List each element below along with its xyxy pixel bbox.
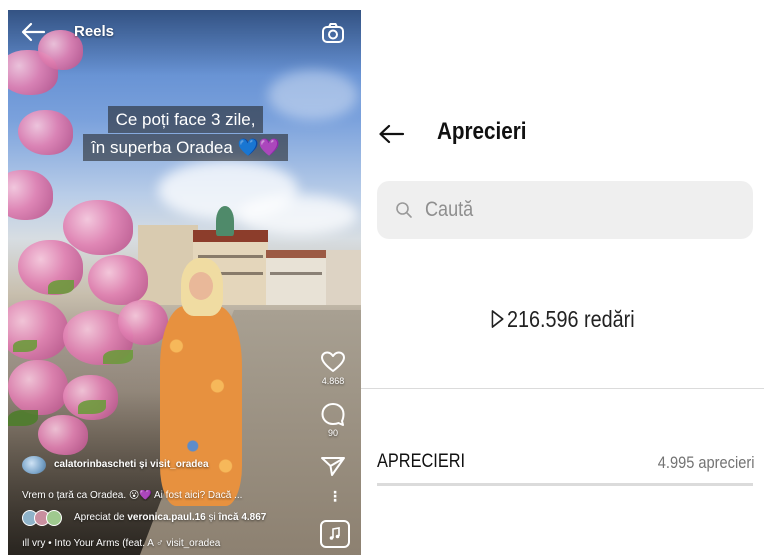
views-text: 216.596 redări xyxy=(506,306,635,332)
back-arrow-icon[interactable] xyxy=(377,122,405,146)
back-arrow-icon[interactable] xyxy=(20,20,46,44)
video-description[interactable]: Vrem o țară ca Oradea. 😮💜 Ai fost aici? … xyxy=(22,490,312,501)
avatar xyxy=(46,510,62,526)
liked-by-avatars xyxy=(22,510,64,526)
reels-title: Reels xyxy=(74,23,115,40)
magnolia-blossom xyxy=(38,415,88,455)
leaf xyxy=(48,280,74,294)
magnolia-blossom xyxy=(8,170,53,220)
views-count-row: 216.596 redări xyxy=(361,306,764,333)
liked-by-others[interactable]: încă 4.867 xyxy=(219,512,267,523)
music-icon xyxy=(329,527,340,540)
liked-by-user[interactable]: veronica.paul.16 xyxy=(127,512,205,523)
caption-line-2: în superba Oradea 💙💜 xyxy=(83,134,288,161)
search-icon xyxy=(396,202,412,218)
caption-line-1: Ce poți face 3 zile, xyxy=(107,106,264,133)
send-icon[interactable] xyxy=(320,455,346,477)
author-row[interactable]: calatorinbascheti și visit_oradea xyxy=(22,456,322,476)
leaf xyxy=(8,410,38,426)
magnolia-blossom xyxy=(8,360,68,415)
building xyxy=(266,255,326,305)
play-icon xyxy=(491,310,504,328)
music-button[interactable] xyxy=(320,520,350,548)
woman-dress xyxy=(160,306,242,506)
search-input[interactable] xyxy=(425,197,683,223)
liked-by-text: Apreciat de veronica.paul.16 și încă 4.8… xyxy=(74,512,266,523)
window-row xyxy=(270,272,322,275)
views-count: 216.596 redări xyxy=(491,306,635,333)
woman-face xyxy=(189,272,213,300)
leaf xyxy=(78,400,106,414)
likes-screen: Aprecieri 216.596 redări APRECIERI 4.995… xyxy=(361,0,764,555)
leaf xyxy=(103,350,133,364)
likes-total: 4.995 aprecieri xyxy=(657,453,754,472)
page-title: Aprecieri xyxy=(437,118,527,145)
roof xyxy=(266,250,326,258)
video-caption: Ce poți face 3 zile, în superba Oradea 💙… xyxy=(62,106,309,161)
cloud xyxy=(238,195,358,235)
camera-icon[interactable] xyxy=(321,22,345,44)
leaf xyxy=(13,340,37,352)
building xyxy=(326,250,361,305)
music-info[interactable]: ıll vry • Into Your Arms (feat. A ♂ visi… xyxy=(22,538,312,549)
magnolia-blossom xyxy=(118,300,168,345)
search-bar[interactable] xyxy=(377,181,753,239)
liked-by-prefix: Apreciat de xyxy=(74,512,125,523)
comment-icon[interactable] xyxy=(320,402,346,426)
tower-dome xyxy=(216,206,234,236)
tab-indicator xyxy=(377,483,753,486)
more-icon[interactable]: ⋮ xyxy=(328,489,342,504)
like-action[interactable]: 4.868 xyxy=(315,350,351,386)
avatar[interactable] xyxy=(22,456,46,474)
divider xyxy=(361,388,764,389)
magnolia-blossom xyxy=(88,255,148,305)
author-name[interactable]: calatorinbascheti și visit_oradea xyxy=(54,459,209,470)
liked-by-row[interactable]: Apreciat de veronica.paul.16 și încă 4.8… xyxy=(22,510,322,528)
comment-action[interactable]: 90 xyxy=(315,402,351,438)
comments-count: 90 xyxy=(327,428,338,438)
tab-likes[interactable]: APRECIERI xyxy=(377,451,465,473)
reels-video-panel[interactable]: Reels Ce poți face 3 zile, în superba Or… xyxy=(8,10,361,555)
heart-icon[interactable] xyxy=(320,350,346,374)
reels-header: Reels xyxy=(8,10,361,54)
liked-by-connector: și xyxy=(208,512,216,523)
likes-count: 4.868 xyxy=(321,376,345,386)
